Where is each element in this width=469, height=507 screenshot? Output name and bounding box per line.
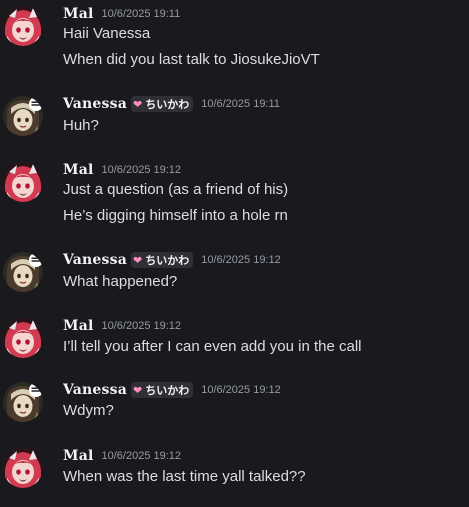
message-text: Huh?: [63, 117, 99, 134]
message-header: Mal 10/6/2025 19:11: [63, 4, 180, 24]
avatar[interactable]: [3, 162, 43, 202]
hooded-character-avatar-icon: [3, 252, 43, 292]
message-header: Vanessa ❤ ちいかわ 10/6/2025 19:12: [63, 380, 281, 400]
red-haired-character-avatar-icon: [3, 162, 43, 202]
message-text: Just a question (as a friend of his): [63, 181, 289, 198]
pink-heart-icon: ❤: [132, 383, 143, 397]
user-tag-label: ちいかわ: [145, 384, 190, 397]
message-header: Mal 10/6/2025 19:12: [63, 160, 181, 180]
avatar[interactable]: [3, 318, 43, 358]
message-header: Mal 10/6/2025 19:12: [63, 316, 181, 336]
red-haired-character-avatar-icon: [3, 6, 43, 46]
user-tag[interactable]: ❤ ちいかわ: [130, 252, 194, 268]
avatar[interactable]: [3, 382, 43, 422]
user-tag[interactable]: ❤ ちいかわ: [130, 382, 194, 398]
red-haired-character-avatar-icon: [3, 448, 43, 488]
username[interactable]: Mal: [63, 448, 94, 464]
pink-heart-icon: ❤: [132, 97, 143, 111]
hooded-character-avatar-icon: [3, 96, 43, 136]
message-header: Vanessa ❤ ちいかわ 10/6/2025 19:12: [63, 250, 281, 270]
chat-message-list: Mal 10/6/2025 19:11 Haii Vanessa When di…: [0, 0, 469, 507]
username[interactable]: Vanessa: [63, 252, 127, 268]
message-text: Wdym?: [63, 402, 114, 419]
message-text: He’s digging himself into a hole rn: [63, 207, 288, 224]
timestamp[interactable]: 10/6/2025 19:12: [102, 320, 182, 332]
timestamp[interactable]: 10/6/2025 19:12: [102, 164, 182, 176]
message-text: When did you last talk to JiosukeJioVT: [63, 51, 320, 68]
username[interactable]: Vanessa: [63, 382, 127, 398]
avatar[interactable]: [3, 6, 43, 46]
message-text: Haii Vanessa: [63, 25, 151, 42]
timestamp[interactable]: 10/6/2025 19:12: [201, 384, 281, 396]
timestamp[interactable]: 10/6/2025 19:11: [102, 8, 181, 20]
user-tag[interactable]: ❤ ちいかわ: [130, 96, 194, 112]
username[interactable]: Mal: [63, 162, 94, 178]
username[interactable]: Mal: [63, 6, 94, 22]
message-header: Mal 10/6/2025 19:12: [63, 446, 181, 466]
avatar[interactable]: [3, 252, 43, 292]
message-text: I’ll tell you after I can even add you i…: [63, 338, 362, 355]
message-text: When was the last time yall talked??: [63, 468, 306, 485]
username[interactable]: Mal: [63, 318, 94, 334]
timestamp[interactable]: 10/6/2025 19:12: [201, 254, 281, 266]
red-haired-character-avatar-icon: [3, 318, 43, 358]
avatar[interactable]: [3, 448, 43, 488]
user-tag-label: ちいかわ: [145, 98, 190, 111]
hooded-character-avatar-icon: [3, 382, 43, 422]
user-tag-label: ちいかわ: [145, 254, 190, 267]
timestamp[interactable]: 10/6/2025 19:12: [102, 450, 182, 462]
message-header: Vanessa ❤ ちいかわ 10/6/2025 19:11: [63, 94, 280, 114]
message-text: What happened?: [63, 273, 178, 290]
pink-heart-icon: ❤: [132, 253, 143, 267]
username[interactable]: Vanessa: [63, 96, 127, 112]
avatar[interactable]: [3, 96, 43, 136]
timestamp[interactable]: 10/6/2025 19:11: [201, 98, 280, 110]
